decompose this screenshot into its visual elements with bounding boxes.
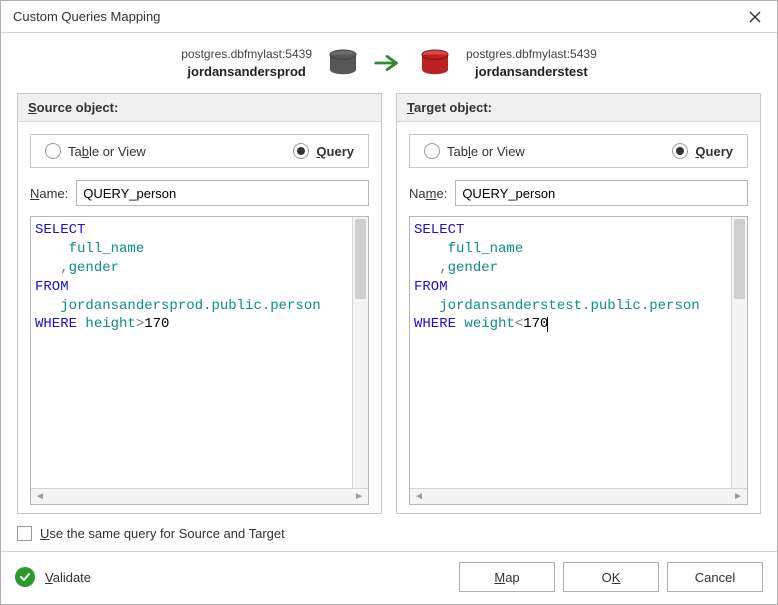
ok-button[interactable]: OK [563, 562, 659, 592]
target-query-editor-wrap: SELECT full_name ,gender FROM jordansand… [409, 216, 748, 505]
target-db-label: jordansanderstest [475, 64, 588, 79]
source-db-icon [326, 49, 360, 77]
target-name-row: Name: [409, 180, 748, 206]
map-button[interactable]: Map [459, 562, 555, 592]
source-db-label: jordansandersprod [187, 64, 305, 79]
source-horizontal-scrollbar[interactable]: ◄► [31, 488, 368, 504]
source-db-block: postgres.dbfmylast:5439 jordansanderspro… [181, 47, 312, 79]
arrow-right-icon [374, 53, 404, 73]
same-query-row: Use the same query for Source and Target [17, 526, 761, 541]
target-panel-body: Table or View Query Name: SELECT f [397, 122, 760, 513]
source-query-radio[interactable]: Query [293, 143, 354, 159]
dialog-content: postgres.dbfmylast:5439 jordansanderspro… [1, 33, 777, 551]
source-query-editor[interactable]: SELECT full_name ,gender FROM jordansand… [31, 217, 368, 488]
target-mode-radiogroup: Table or View Query [409, 134, 748, 168]
source-name-input[interactable] [76, 180, 369, 206]
source-mode-radiogroup: Table or View Query [30, 134, 369, 168]
source-panel: Source object: Table or View Query [17, 93, 382, 514]
source-name-label: Name: [30, 186, 68, 201]
validate-button[interactable]: Validate [15, 567, 91, 587]
target-conn-label: postgres.dbfmylast:5439 [466, 47, 597, 61]
target-vertical-scrollbar[interactable] [731, 217, 747, 488]
custom-queries-mapping-dialog: Custom Queries Mapping postgres.dbfmylas… [0, 0, 778, 605]
source-panel-body: Table or View Query Name: SELECT f [18, 122, 381, 513]
dialog-footer: Validate Map OK Cancel [1, 551, 777, 604]
radio-unchecked-icon [45, 143, 61, 159]
target-panel-heading: Target object: [397, 94, 760, 122]
close-icon [749, 11, 761, 23]
target-horizontal-scrollbar[interactable]: ◄► [410, 488, 747, 504]
source-table-radio[interactable]: Table or View [45, 143, 146, 159]
same-query-label: Use the same query for Source and Target [40, 526, 285, 541]
check-circle-icon [15, 567, 35, 587]
footer-buttons: Map OK Cancel [459, 562, 763, 592]
same-query-checkbox[interactable] [17, 526, 32, 541]
target-table-radio[interactable]: Table or View [424, 143, 525, 159]
target-name-input[interactable] [455, 180, 748, 206]
mapping-header: postgres.dbfmylast:5439 jordansanderspro… [17, 47, 761, 79]
target-db-block: postgres.dbfmylast:5439 jordansanderstes… [466, 47, 597, 79]
target-db-icon [418, 49, 452, 77]
source-query-editor-wrap: SELECT full_name ,gender FROM jordansand… [30, 216, 369, 505]
close-button[interactable] [743, 5, 767, 29]
radio-unchecked-icon [424, 143, 440, 159]
target-query-radio[interactable]: Query [672, 143, 733, 159]
cancel-button[interactable]: Cancel [667, 562, 763, 592]
radio-checked-icon [672, 143, 688, 159]
source-panel-heading: Source object: [18, 94, 381, 122]
source-name-row: Name: [30, 180, 369, 206]
target-name-label: Name: [409, 186, 447, 201]
titlebar: Custom Queries Mapping [1, 1, 777, 33]
target-panel: Target object: Table or View Query [396, 93, 761, 514]
target-query-editor[interactable]: SELECT full_name ,gender FROM jordansand… [410, 217, 747, 488]
radio-checked-icon [293, 143, 309, 159]
dialog-title: Custom Queries Mapping [13, 9, 160, 24]
source-conn-label: postgres.dbfmylast:5439 [181, 47, 312, 61]
source-vertical-scrollbar[interactable] [352, 217, 368, 488]
panels: Source object: Table or View Query [17, 93, 761, 514]
